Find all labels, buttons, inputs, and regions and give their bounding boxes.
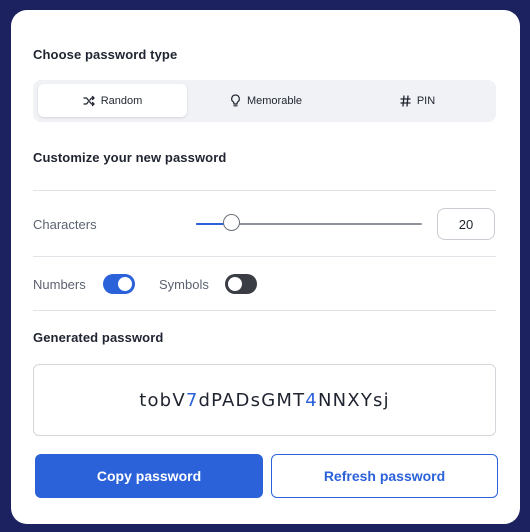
tab-pin-label: PIN	[416, 94, 436, 107]
customize-heading: Customize your new password	[33, 150, 227, 165]
generated-password-heading: Generated password	[33, 330, 164, 345]
characters-slider[interactable]	[196, 214, 422, 231]
divider	[33, 190, 496, 191]
numbers-toggle[interactable]	[103, 274, 135, 294]
symbols-label: Symbols	[159, 277, 209, 292]
hash-icon	[400, 94, 411, 107]
tab-pin[interactable]: PIN	[343, 84, 492, 117]
characters-slider-thumb[interactable]	[223, 214, 241, 231]
tab-memorable-label: Memorable	[246, 94, 303, 107]
divider	[33, 256, 496, 257]
tab-random-label: Random	[100, 94, 143, 107]
symbols-toggle[interactable]	[225, 274, 257, 294]
tab-random[interactable]: Random	[38, 84, 187, 117]
characters-label: Characters	[33, 217, 97, 232]
numbers-toggle-knob	[118, 277, 132, 291]
numbers-label: Numbers	[33, 277, 86, 292]
lightbulb-icon	[230, 94, 241, 107]
shuffle-icon	[83, 95, 95, 107]
password-generator-card: Choose password type Random Memorable PI…	[11, 10, 520, 524]
password-type-heading: Choose password type	[33, 47, 178, 62]
copy-password-button[interactable]: Copy password	[35, 454, 263, 498]
generated-password-text: tobV7dPADsGMT4NNXYsj	[139, 389, 390, 411]
generated-password-field[interactable]: tobV7dPADsGMT4NNXYsj	[33, 364, 496, 436]
tab-memorable[interactable]: Memorable	[191, 84, 341, 117]
divider	[33, 310, 496, 311]
refresh-password-button[interactable]: Refresh password	[271, 454, 498, 498]
password-type-tabs: Random Memorable PIN	[33, 80, 496, 122]
symbols-toggle-knob	[228, 277, 242, 291]
characters-count-input[interactable]: 20	[437, 208, 495, 240]
